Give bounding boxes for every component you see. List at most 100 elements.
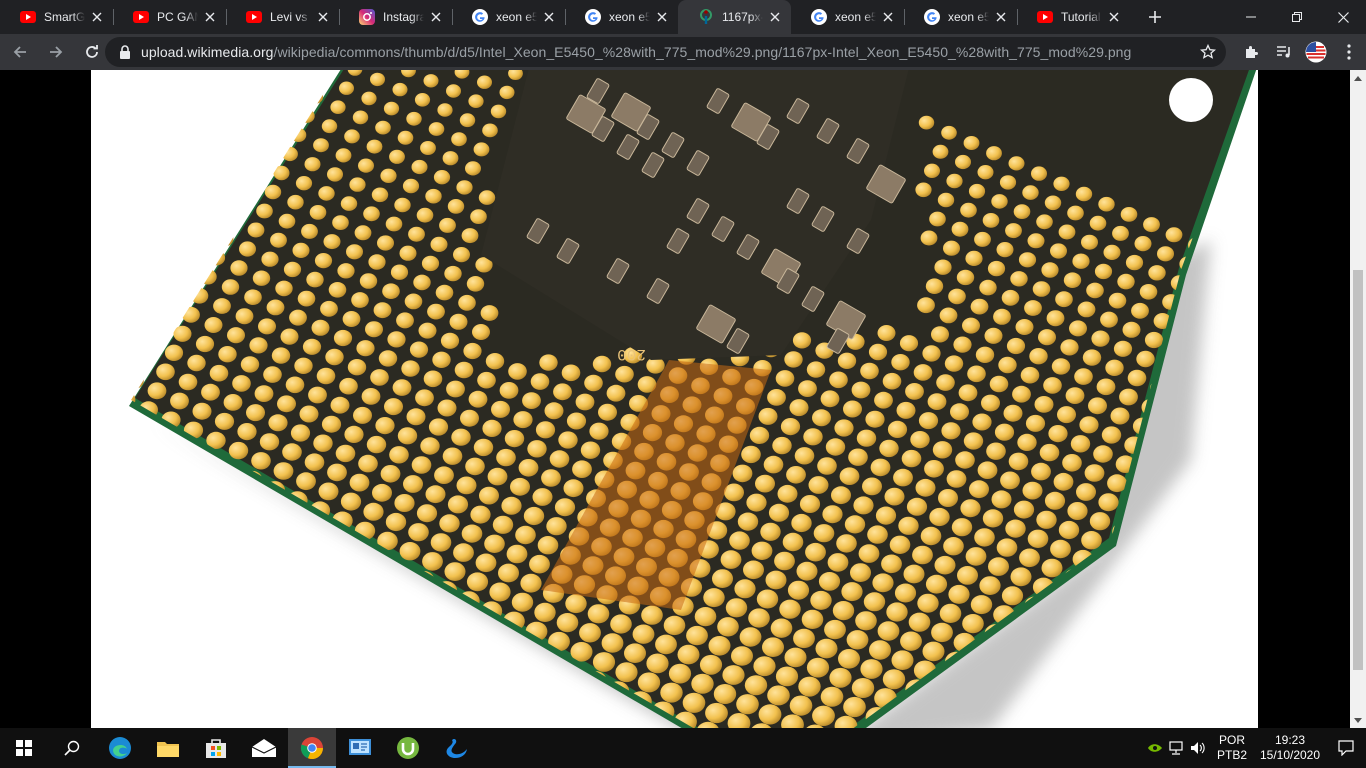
contact-pad	[131, 209, 135, 225]
tab-close-button[interactable]	[315, 9, 331, 25]
close-window-button[interactable]	[1320, 0, 1366, 34]
vertical-scrollbar[interactable]	[1350, 70, 1366, 728]
contact-pad	[263, 662, 286, 683]
contact-pad	[1193, 581, 1215, 601]
contact-pad	[430, 533, 452, 552]
file-explorer-button[interactable]	[144, 728, 192, 768]
address-bar[interactable]: upload.wikimedia.org/wikipedia/commons/t…	[105, 37, 1226, 67]
contact-pad	[458, 294, 476, 311]
tab-close-button[interactable]	[541, 9, 557, 25]
edge-taskbar-button[interactable]	[96, 728, 144, 768]
contact-pad	[1207, 314, 1225, 331]
contact-pad	[328, 282, 347, 298]
contact-pad	[1110, 703, 1134, 725]
contact-pad	[1133, 714, 1156, 728]
mail-button[interactable]	[240, 728, 288, 768]
contact-pad	[1143, 217, 1160, 233]
contact-pad	[351, 588, 373, 608]
contact-pad	[101, 544, 122, 563]
browser-tab[interactable]: Instagram	[339, 0, 452, 34]
extensions-button[interactable]	[1236, 36, 1268, 68]
contact-pad	[239, 241, 256, 257]
contact-pad	[589, 719, 613, 728]
contact-pad	[213, 594, 235, 614]
back-button[interactable]	[4, 36, 36, 68]
contact-pad	[974, 528, 995, 547]
network-tray-button[interactable]	[1166, 728, 1188, 768]
tab-close-button[interactable]	[1106, 9, 1122, 25]
input-language-indicator[interactable]: POR PTB2	[1214, 733, 1250, 763]
contact-pad	[423, 666, 447, 687]
contact-pad	[263, 70, 278, 84]
taskbar-clock[interactable]: 19:23 15/10/2020	[1254, 733, 1326, 763]
contact-pad	[361, 91, 377, 106]
bookmark-star-icon[interactable]	[1200, 44, 1216, 60]
start-button[interactable]	[0, 728, 48, 768]
browser-tab[interactable]: xeon e54	[565, 0, 678, 34]
browser-tab[interactable]: Levi vs Na	[226, 0, 339, 34]
scroll-down-button[interactable]	[1350, 712, 1366, 728]
browser-menu-button[interactable]	[1332, 36, 1366, 68]
chrome-taskbar-button[interactable]	[288, 728, 336, 768]
contact-pad	[1100, 311, 1118, 328]
contact-pad	[197, 154, 214, 169]
scrollbar-thumb[interactable]	[1353, 270, 1363, 670]
action-center-button[interactable]	[1326, 728, 1366, 768]
new-tab-button[interactable]	[1138, 0, 1172, 34]
tab-close-button[interactable]	[89, 9, 105, 25]
swan-app-button[interactable]	[432, 728, 480, 768]
contact-pad	[1195, 400, 1214, 418]
nvidia-tray-button[interactable]	[1144, 728, 1166, 768]
contact-pad	[106, 295, 124, 311]
contact-pad	[720, 550, 742, 569]
contact-pad	[318, 482, 339, 501]
minimize-button[interactable]	[1228, 0, 1274, 34]
tab-close-button[interactable]	[654, 9, 670, 25]
contact-pad	[290, 424, 311, 442]
contact-pad	[228, 145, 245, 160]
control-panel-button[interactable]	[336, 728, 384, 768]
browser-tab[interactable]: xeon e54	[791, 0, 904, 34]
store-button[interactable]	[192, 728, 240, 768]
profile-avatar[interactable]	[1300, 36, 1332, 68]
tab-close-button[interactable]	[880, 9, 896, 25]
contact-pad	[829, 371, 848, 389]
cpu-photo[interactable]: 200	[91, 70, 1258, 728]
tab-close-button[interactable]	[993, 9, 1009, 25]
contact-pad	[1117, 570, 1139, 589]
forward-button[interactable]	[40, 36, 72, 68]
contact-pad	[251, 452, 271, 470]
contact-pad	[1188, 533, 1209, 553]
browser-tab[interactable]: SmartGadgets	[0, 0, 113, 34]
tab-close-button[interactable]	[428, 9, 444, 25]
contact-pad	[637, 672, 661, 693]
scroll-up-button[interactable]	[1350, 70, 1366, 86]
browser-tab[interactable]: 1167px-Intel	[678, 0, 791, 34]
contact-pad	[237, 719, 261, 728]
contact-pad	[1044, 195, 1062, 211]
contact-pad	[563, 479, 584, 498]
search-button[interactable]	[48, 728, 96, 768]
browser-tab[interactable]: xeon e54	[904, 0, 1017, 34]
contact-pad	[1034, 396, 1054, 413]
restore-button[interactable]	[1274, 0, 1320, 34]
contact-pad	[473, 142, 490, 157]
contact-pad	[285, 672, 309, 693]
contact-pad	[432, 351, 451, 368]
browser-tab[interactable]: xeon e54	[452, 0, 565, 34]
reload-button[interactable]	[76, 36, 108, 68]
utorrent-button[interactable]	[384, 728, 432, 768]
browser-tab[interactable]: PC GAMER	[113, 0, 226, 34]
contact-pad	[924, 163, 940, 178]
contact-pad	[960, 499, 981, 518]
contact-pad	[485, 353, 505, 370]
contact-pad	[466, 276, 485, 292]
volume-tray-button[interactable]	[1188, 728, 1210, 768]
media-controls-button[interactable]	[1268, 36, 1300, 68]
tab-close-button[interactable]	[767, 9, 783, 25]
contact-pad	[1221, 639, 1243, 660]
contact-pad	[812, 409, 831, 427]
browser-tab[interactable]: Tutorial	[1017, 0, 1130, 34]
tab-close-button[interactable]	[202, 9, 218, 25]
contact-pad	[796, 561, 818, 581]
